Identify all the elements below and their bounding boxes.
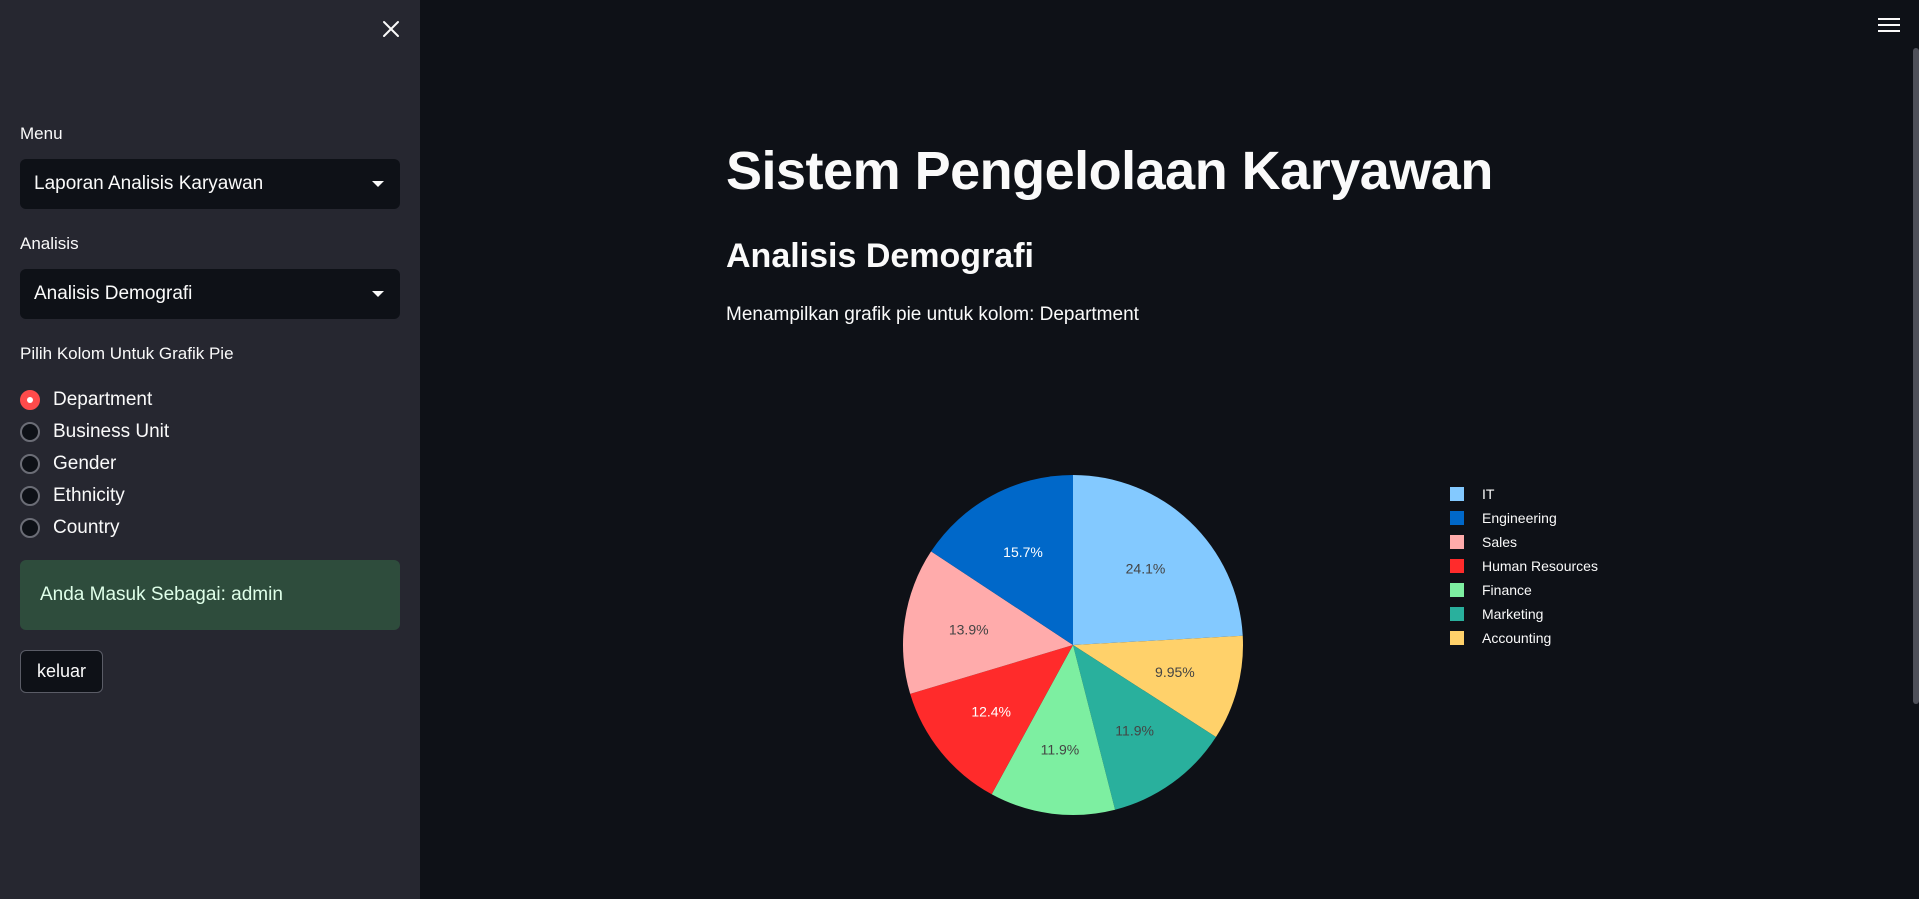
pie-slice-label: 12.4% <box>971 703 1011 719</box>
radio-circle-icon <box>20 518 40 538</box>
pie-column-radio-group: Department Business Unit Gender Ethnicity Co… <box>20 384 169 544</box>
analysis-label: Analisis <box>20 234 79 253</box>
radio-option-label: Gender <box>53 453 117 474</box>
chevron-down-icon <box>372 291 384 297</box>
legend-swatch <box>1450 607 1464 621</box>
legend-label: Marketing <box>1482 606 1543 622</box>
legend-swatch <box>1450 511 1464 525</box>
radio-option-label: Ethnicity <box>53 485 125 506</box>
radio-option-ethnicity[interactable]: Ethnicity <box>20 480 169 512</box>
pie-slice-label: 15.7% <box>1003 544 1043 560</box>
legend-item-marketing[interactable]: Marketing <box>1450 606 1543 622</box>
pie-slice-label: 9.95% <box>1155 664 1195 680</box>
logout-button[interactable]: keluar <box>20 650 104 693</box>
legend-swatch <box>1450 559 1464 573</box>
legend-item-accounting[interactable]: Accounting <box>1450 630 1551 646</box>
menu-label: Menu <box>20 124 63 143</box>
pie-slice-label: 11.9% <box>1115 723 1154 739</box>
radio-group-label: Pilih Kolom Untuk Grafik Pie <box>20 344 234 363</box>
scrollbar[interactable] <box>1913 48 1919 704</box>
pie-slice-label: 11.9% <box>1041 742 1080 758</box>
legend-label: Accounting <box>1482 630 1551 646</box>
legend-item-sales[interactable]: Sales <box>1450 534 1517 550</box>
legend-item-it[interactable]: IT <box>1450 486 1495 502</box>
legend-swatch <box>1450 583 1464 597</box>
close-icon <box>383 21 399 37</box>
analysis-select[interactable]: Analisis Demografi <box>20 269 400 319</box>
legend-item-human-resources[interactable]: Human Resources <box>1450 558 1598 574</box>
legend-swatch <box>1450 535 1464 549</box>
sidebar: Menu Laporan Analisis Karyawan Analisis … <box>0 0 420 899</box>
pie-slice-label: 13.9% <box>949 622 989 638</box>
page-title: Sistem Pengelolaan Karyawan <box>726 141 1493 201</box>
radio-option-label: Department <box>53 389 153 410</box>
legend-item-finance[interactable]: Finance <box>1450 582 1532 598</box>
legend-label: IT <box>1482 486 1495 502</box>
radio-circle-icon <box>20 422 40 442</box>
chart-description: Menampilkan grafik pie untuk kolom: Depa… <box>726 304 1139 325</box>
close-sidebar-button[interactable] <box>378 16 404 42</box>
radio-option-gender[interactable]: Gender <box>20 448 169 480</box>
radio-option-label: Business Unit <box>53 421 170 442</box>
legend-item-engineering[interactable]: Engineering <box>1450 510 1557 526</box>
radio-option-department[interactable]: Department <box>20 384 169 416</box>
radio-option-label: Country <box>53 517 120 538</box>
login-status-alert: Anda Masuk Sebagai: admin <box>20 560 400 630</box>
radio-circle-icon <box>20 486 40 506</box>
legend-swatch <box>1450 487 1464 501</box>
analysis-select-value: Analisis Demografi <box>34 283 193 304</box>
legend-label: Finance <box>1482 582 1532 598</box>
hamburger-icon <box>1878 18 1900 20</box>
legend-swatch <box>1450 631 1464 645</box>
legend-label: Sales <box>1482 534 1517 550</box>
radio-option-country[interactable]: Country <box>20 512 169 544</box>
menu-select[interactable]: Laporan Analisis Karyawan <box>20 159 400 209</box>
legend-label: Engineering <box>1482 510 1557 526</box>
section-title: Analisis Demografi <box>726 237 1034 275</box>
menu-select-value: Laporan Analisis Karyawan <box>34 173 264 194</box>
radio-option-business-unit[interactable]: Business Unit <box>20 416 169 448</box>
alert-text: Anda Masuk Sebagai: admin <box>40 584 283 605</box>
department-pie-chart: 24.1% 9.95% 11.9% 11.9% 12.4% 13.9% 15.7% IT Eng… <box>903 475 1598 815</box>
radio-circle-icon <box>20 454 40 474</box>
legend-label: Human Resources <box>1482 558 1598 574</box>
pie-slice-label: 24.1% <box>1126 560 1166 576</box>
radio-circle-icon <box>20 390 40 410</box>
chevron-down-icon <box>372 181 384 187</box>
main-menu-button[interactable] <box>1878 18 1900 36</box>
